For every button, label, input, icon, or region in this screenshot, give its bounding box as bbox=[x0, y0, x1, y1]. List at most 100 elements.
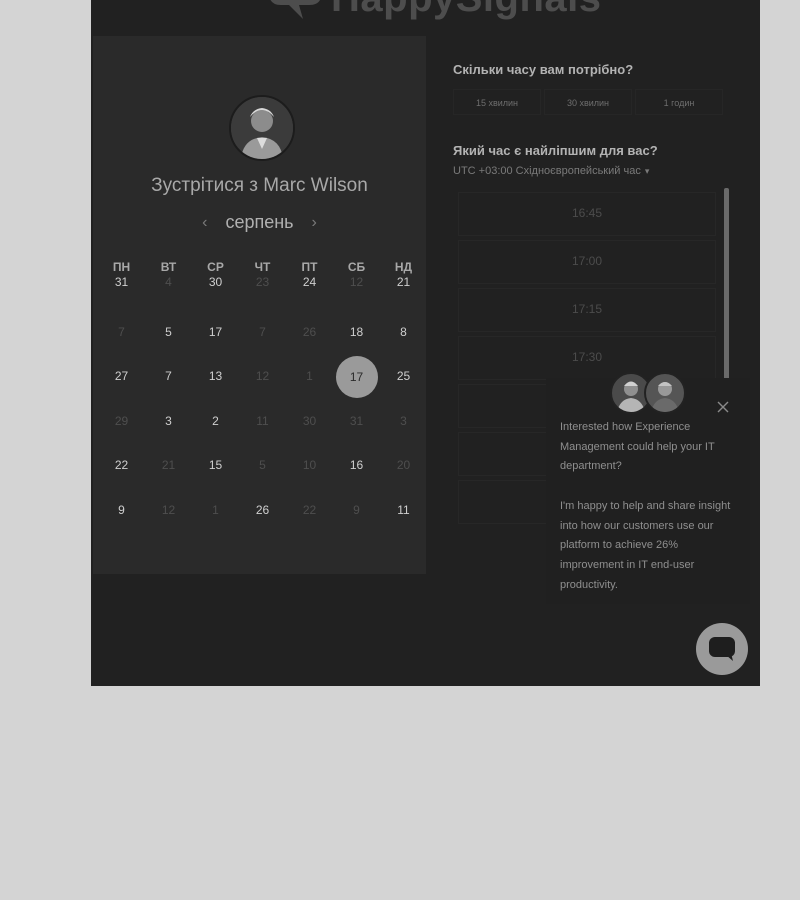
calendar-day[interactable]: 26 bbox=[239, 497, 286, 542]
duration-option[interactable]: 30 хвилин bbox=[544, 89, 632, 115]
calendar-day: 9 bbox=[333, 497, 380, 542]
time-slot[interactable]: 17:00 bbox=[458, 240, 716, 284]
calendar-day[interactable]: 25 bbox=[380, 363, 427, 408]
calendar-day[interactable]: 24 bbox=[286, 274, 333, 319]
brand-logo: HappySignals bbox=[269, 0, 602, 22]
time-slot[interactable]: 16:45 bbox=[458, 192, 716, 236]
calendar-panel: Зустрітися з Marc Wilson ‹ серпень › ПН В… bbox=[93, 36, 426, 574]
day-number: 11 bbox=[256, 413, 269, 428]
day-number: 4 bbox=[165, 275, 172, 289]
day-number: 13 bbox=[208, 369, 223, 383]
calendar-day: 12 bbox=[333, 274, 380, 319]
calendar-day: 31 bbox=[333, 408, 380, 453]
calendar-day: 11 bbox=[239, 408, 286, 453]
day-number: 31 bbox=[349, 413, 364, 428]
weekday-header: ПН bbox=[112, 260, 131, 274]
calendar-day[interactable]: 5 bbox=[145, 319, 192, 364]
time-question: Який час є найліпшим для вас? bbox=[453, 143, 658, 158]
day-number: 11 bbox=[397, 502, 410, 517]
calendar-day[interactable]: 3 bbox=[145, 408, 192, 453]
day-number: 7 bbox=[165, 369, 172, 383]
day-number: 9 bbox=[353, 502, 360, 517]
day-number: 12 bbox=[255, 369, 270, 383]
slot-scrollbar[interactable] bbox=[724, 188, 729, 392]
chat-popup: Interested how Experience Management cou… bbox=[546, 372, 750, 604]
calendar-day[interactable]: 22 bbox=[98, 452, 145, 497]
month-label: серпень bbox=[225, 212, 294, 232]
calendar-day: 29 bbox=[98, 408, 145, 453]
calendar-day[interactable]: 16 bbox=[333, 452, 380, 497]
chevron-left-icon[interactable]: ‹ bbox=[202, 214, 207, 232]
day-number: 3 bbox=[165, 413, 172, 428]
day-number: 5 bbox=[259, 458, 266, 472]
duration-question: Скільки часу вам потрібно? bbox=[453, 62, 634, 77]
day-number: 31 bbox=[114, 275, 129, 289]
booking-frame: HappySignals Зустрітися з Marc Wilson ‹ … bbox=[91, 0, 760, 686]
calendar-day[interactable]: 11 bbox=[380, 497, 427, 542]
day-number: 21 bbox=[396, 275, 411, 289]
calendar-day: 23 bbox=[239, 274, 286, 319]
calendar-day: 7 bbox=[239, 319, 286, 364]
calendar-day: 20 bbox=[380, 452, 427, 497]
calendar-day[interactable]: 31 bbox=[98, 274, 145, 319]
calendar-day: 22 bbox=[286, 497, 333, 542]
calendar-day[interactable]: 9 bbox=[98, 497, 145, 542]
brand-name: HappySignals bbox=[331, 0, 602, 21]
calendar-day: 10 bbox=[286, 452, 333, 497]
weekday-header: СБ bbox=[347, 260, 366, 274]
agent-avatar bbox=[644, 372, 686, 414]
calendar-day[interactable]: 27 bbox=[98, 363, 145, 408]
calendar-day: 1 bbox=[192, 497, 239, 542]
day-number: 23 bbox=[255, 275, 270, 289]
speech-bubble-logo-icon bbox=[269, 0, 321, 21]
time-slot[interactable]: 17:15 bbox=[458, 288, 716, 332]
calendar-day[interactable]: 13 bbox=[192, 363, 239, 408]
day-number: 17 bbox=[208, 324, 223, 339]
host-avatar bbox=[229, 95, 295, 161]
weekday-header: ВТ bbox=[160, 260, 177, 274]
day-number: 2 bbox=[212, 413, 219, 428]
calendar-day[interactable]: 15 bbox=[192, 452, 239, 497]
popup-message: Interested how Experience Management cou… bbox=[560, 418, 740, 615]
agent-avatars bbox=[610, 372, 686, 414]
calendar-day[interactable]: 21 bbox=[380, 274, 427, 319]
duration-option[interactable]: 15 хвилин bbox=[453, 89, 541, 115]
day-number: 10 bbox=[302, 458, 317, 472]
day-number: 27 bbox=[114, 369, 129, 383]
day-number: 30 bbox=[208, 275, 223, 289]
calendar-day: 4 bbox=[145, 274, 192, 319]
chat-launcher-button[interactable] bbox=[696, 623, 748, 675]
duration-option[interactable]: 1 годин bbox=[635, 89, 723, 115]
calendar-day: 5 bbox=[239, 452, 286, 497]
day-number: 26 bbox=[255, 502, 270, 517]
day-number: 24 bbox=[302, 275, 317, 289]
weekday-header: СР bbox=[207, 260, 224, 274]
day-number: 22 bbox=[114, 458, 129, 472]
weekday-header: ПТ bbox=[301, 260, 318, 274]
chevron-right-icon[interactable]: › bbox=[312, 214, 317, 232]
popup-paragraph: I'm happy to help and share insight into… bbox=[560, 499, 731, 591]
calendar-day[interactable]: 7 bbox=[145, 363, 192, 408]
day-number: 20 bbox=[396, 458, 411, 472]
day-number: 16 bbox=[349, 458, 364, 472]
caret-down-icon: ▾ bbox=[644, 166, 650, 176]
calendar-day[interactable]: 30 bbox=[192, 274, 239, 319]
timezone-selector[interactable]: UTC +03:00 Східноєвропейський час ▾ bbox=[453, 165, 649, 177]
calendar-day[interactable]: 17 bbox=[192, 319, 239, 364]
calendar-day: 1 bbox=[286, 363, 333, 408]
day-number: 12 bbox=[161, 502, 176, 517]
meeting-title: Зустрітися з Marc Wilson bbox=[151, 175, 368, 196]
day-number: 1 bbox=[306, 369, 313, 383]
chat-bubble-icon bbox=[709, 637, 735, 661]
calendar-day: 12 bbox=[145, 497, 192, 542]
day-number: 26 bbox=[302, 324, 317, 339]
day-number: 3 bbox=[400, 413, 407, 428]
close-icon[interactable] bbox=[716, 400, 730, 414]
calendar-day: 7 bbox=[98, 319, 145, 364]
calendar-day[interactable]: 8 bbox=[380, 319, 427, 364]
day-number: 9 bbox=[118, 502, 125, 517]
day-number: 21 bbox=[161, 458, 176, 472]
calendar-day-selected[interactable]: 17 bbox=[333, 356, 380, 408]
day-number: 7 bbox=[118, 324, 125, 339]
calendar-day[interactable]: 2 bbox=[192, 408, 239, 453]
